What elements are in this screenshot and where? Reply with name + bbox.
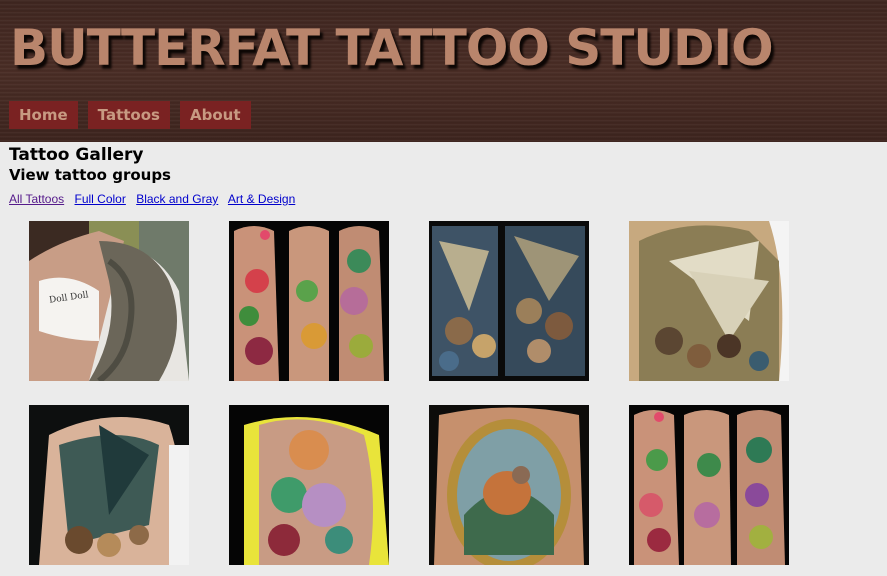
gallery-thumb-bird-cameo[interactable] [429, 405, 589, 565]
site-header: BUTTERFAT TATTOO STUDIO Home Tattoos Abo… [0, 0, 887, 142]
main-nav: Home Tattoos About [9, 101, 251, 129]
nav-tattoos-button[interactable]: Tattoos [87, 101, 170, 129]
gallery-thumb-flower-shoulder[interactable] [229, 405, 389, 565]
filter-black-and-gray-link[interactable]: Black and Gray [136, 192, 218, 206]
gallery-thumb-ship-shoulder[interactable] [29, 405, 189, 565]
ship-crowd-image [429, 221, 589, 381]
gallery-thumb-sleeve-portrait[interactable]: Doll Doll [29, 221, 189, 381]
ship-shoulder-image [29, 405, 189, 565]
page-title: Tattoo Gallery [9, 145, 144, 165]
bird-cameo-image [429, 405, 589, 565]
filter-all-tattoos-link[interactable]: All Tattoos [9, 192, 64, 206]
ship-sails-image [629, 221, 789, 381]
floral-sleeve-image-2 [629, 405, 789, 565]
flower-shoulder-image [229, 405, 389, 565]
nav-about-button[interactable]: About [179, 101, 251, 129]
gallery-thumb-ship-crowd[interactable] [429, 221, 589, 381]
page-subtitle: View tattoo groups [9, 166, 171, 184]
gallery-thumb-floral-sleeve[interactable] [229, 221, 389, 381]
tattoo-group-filters: All Tattoos Full Color Black and Gray Ar… [9, 192, 302, 206]
filter-full-color-link[interactable]: Full Color [75, 192, 126, 206]
gallery-thumb-floral-sleeve-2[interactable] [629, 405, 789, 565]
gallery-thumb-ship-sails[interactable] [629, 221, 789, 381]
floral-sleeve-image [229, 221, 389, 381]
site-title: BUTTERFAT TATTOO STUDIO [10, 19, 774, 77]
nav-home-button[interactable]: Home [9, 101, 78, 129]
filter-art-design-link[interactable]: Art & Design [228, 192, 295, 206]
page-content: Tattoo Gallery View tattoo groups All Ta… [9, 145, 302, 206]
